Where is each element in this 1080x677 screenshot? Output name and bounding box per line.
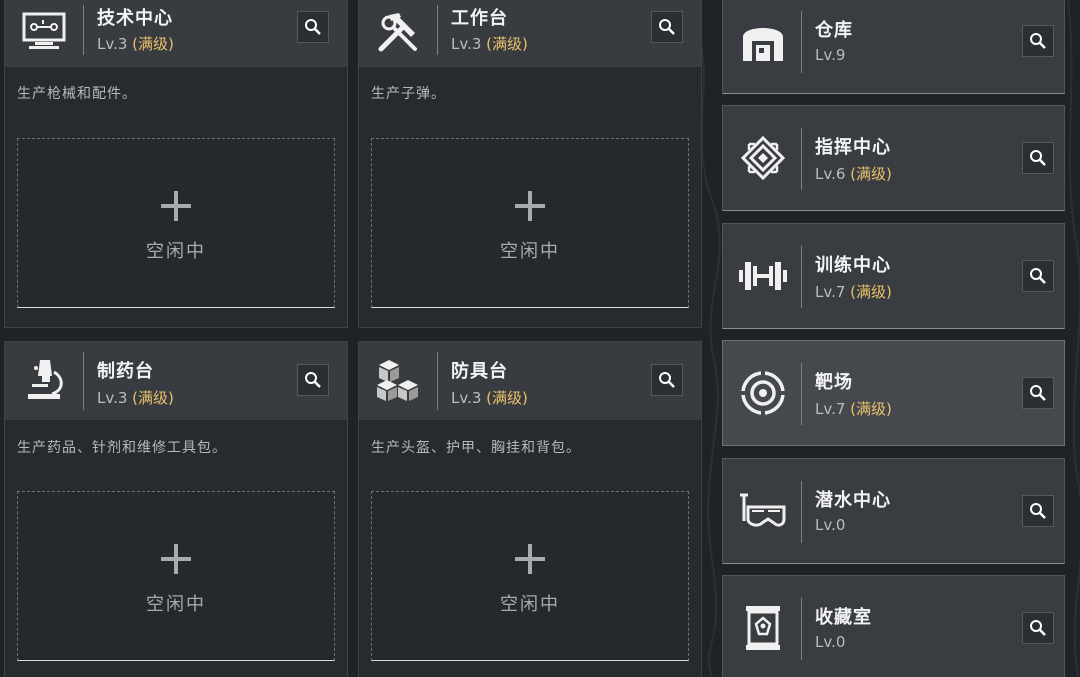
armor-boxes-icon: [373, 354, 423, 404]
search-icon: [1030, 503, 1046, 519]
search-button[interactable]: [297, 364, 329, 396]
max-level-tag: (满级): [132, 35, 174, 53]
facility-card-header: 制药台 Lv.3 (满级): [5, 342, 347, 420]
facility-level: Lv.3 (满级): [97, 389, 174, 407]
header-divider: [801, 363, 802, 425]
search-icon: [1030, 150, 1046, 166]
search-button[interactable]: [1022, 260, 1054, 292]
facility-level: Lv.7 (满级): [815, 283, 892, 301]
plus-icon: [161, 191, 191, 221]
header-divider: [801, 598, 802, 660]
search-icon: [659, 372, 675, 388]
facility-card-training-center[interactable]: 训练中心 Lv.7 (满级): [722, 223, 1065, 329]
facility-description: 生产头盔、护甲、胸挂和背包。: [371, 440, 581, 456]
plus-icon: [161, 544, 191, 574]
facility-card-pharmacy[interactable]: 制药台 Lv.3 (满级) 生产药品、针剂和维修工具包。 空闲中: [4, 341, 348, 677]
facility-name: 制药台: [97, 361, 154, 382]
facility-card-header: 工作台 Lv.3 (满级): [359, 0, 701, 67]
search-button[interactable]: [1022, 612, 1054, 644]
header-divider: [437, 5, 438, 55]
production-slot[interactable]: 空闲中: [371, 138, 689, 308]
production-slot[interactable]: 空闲中: [17, 138, 335, 308]
facility-card-shooting-range[interactable]: 靶场 Lv.7 (满级): [722, 340, 1065, 446]
slot-status: 空闲中: [500, 241, 560, 262]
facility-name: 指挥中心: [815, 137, 891, 158]
facility-description: 生产枪械和配件。: [17, 86, 137, 102]
facility-card-diving-center[interactable]: 潜水中心 Lv.0: [722, 458, 1065, 564]
slot-status: 空闲中: [500, 594, 560, 615]
facility-level: Lv.0: [815, 633, 846, 651]
facility-level: Lv.0: [815, 516, 846, 534]
facility-card-armor-bench[interactable]: 防具台 Lv.3 (满级) 生产头盔、护甲、胸挂和背包。 空闲中: [358, 341, 702, 677]
facility-name: 防具台: [451, 361, 508, 382]
header-divider: [437, 352, 438, 410]
max-level-tag: (满级): [850, 165, 892, 183]
max-level-tag: (满级): [486, 389, 528, 407]
facility-card-tech-center[interactable]: 技术中心 Lv.3 (满级) 生产枪械和配件。 空闲中: [4, 0, 348, 328]
header-divider: [83, 352, 84, 410]
max-level-tag: (满级): [850, 400, 892, 418]
diving-mask-icon: [737, 485, 789, 537]
hammer-wrench-icon: [373, 7, 423, 57]
computer-icon: [19, 7, 69, 57]
search-icon: [659, 19, 675, 35]
facility-name: 工作台: [451, 8, 508, 29]
search-button[interactable]: [1022, 495, 1054, 527]
facility-name: 仓库: [815, 20, 853, 41]
facility-card-collection-room[interactable]: 收藏室 Lv.0: [722, 575, 1065, 677]
max-level-tag: (满级): [486, 35, 528, 53]
facility-card-header: 技术中心 Lv.3 (满级): [5, 0, 347, 67]
microscope-icon: [19, 354, 69, 404]
facility-level: Lv.7 (满级): [815, 400, 892, 418]
slot-status: 空闲中: [146, 241, 206, 262]
header-divider: [801, 481, 802, 543]
facility-card-workbench[interactable]: 工作台 Lv.3 (满级) 生产子弹。 空闲中: [358, 0, 702, 328]
max-level-tag: (满级): [850, 283, 892, 301]
search-button[interactable]: [1022, 377, 1054, 409]
search-icon: [1030, 33, 1046, 49]
facility-name: 技术中心: [97, 8, 173, 29]
search-button[interactable]: [1022, 142, 1054, 174]
facility-description: 生产子弹。: [371, 86, 446, 102]
target-icon: [737, 367, 789, 419]
command-emblem-icon: [737, 132, 789, 184]
header-divider: [801, 128, 802, 190]
warehouse-icon: [737, 15, 789, 67]
display-case-icon: [737, 602, 789, 654]
dumbbell-icon: [737, 250, 789, 302]
facility-description: 生产药品、针剂和维修工具包。: [17, 440, 227, 456]
facility-level: Lv.3 (满级): [451, 35, 528, 53]
facility-level: Lv.3 (满级): [451, 389, 528, 407]
search-icon: [305, 19, 321, 35]
search-button[interactable]: [651, 364, 683, 396]
search-icon: [1030, 385, 1046, 401]
facility-card-command-center[interactable]: 指挥中心 Lv.6 (满级): [722, 105, 1065, 211]
slot-status: 空闲中: [146, 594, 206, 615]
search-icon: [1030, 620, 1046, 636]
facility-name: 训练中心: [815, 255, 891, 276]
search-icon: [1030, 268, 1046, 284]
facility-name: 收藏室: [815, 607, 872, 628]
search-button[interactable]: [297, 11, 329, 43]
search-button[interactable]: [1022, 25, 1054, 57]
header-divider: [801, 11, 802, 73]
facility-name: 靶场: [815, 372, 853, 393]
search-icon: [305, 372, 321, 388]
facility-level: Lv.3 (满级): [97, 35, 174, 53]
production-slot[interactable]: 空闲中: [371, 491, 689, 661]
facility-level: Lv.6 (满级): [815, 165, 892, 183]
facility-card-warehouse[interactable]: 仓库 Lv.9: [722, 0, 1065, 94]
plus-icon: [515, 544, 545, 574]
facility-card-header: 防具台 Lv.3 (满级): [359, 342, 701, 420]
facility-name: 潜水中心: [815, 490, 891, 511]
header-divider: [801, 246, 802, 308]
facility-level: Lv.9: [815, 46, 846, 64]
header-divider: [83, 5, 84, 55]
production-slot[interactable]: 空闲中: [17, 491, 335, 661]
plus-icon: [515, 191, 545, 221]
search-button[interactable]: [651, 11, 683, 43]
max-level-tag: (满级): [132, 389, 174, 407]
